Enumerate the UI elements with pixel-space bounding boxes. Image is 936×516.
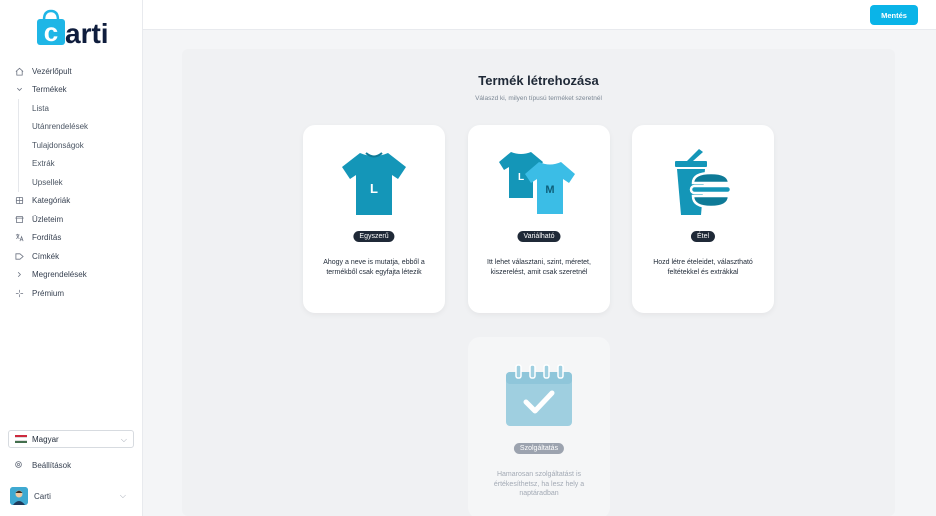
chevron-down-icon: ⌵ [119, 491, 126, 500]
product-type-card-simple[interactable]: L Egyszerű Ahogy a neve is mutatja, ebbő… [303, 125, 445, 313]
sidebar-subitem-properties[interactable]: Tulajdonságok [0, 136, 143, 155]
settings-link[interactable]: Beállítások [14, 460, 71, 471]
label-icon [14, 251, 24, 261]
svg-text:c: c [44, 17, 58, 47]
settings-label: Beállítások [32, 461, 72, 470]
sidebar-item-categories[interactable]: Kategóriák [0, 192, 143, 211]
home-icon [14, 66, 24, 76]
sidebar-item-label: Vezérlőpult [32, 66, 72, 76]
product-type-card-service: Szolgáltatás Hamarosan szolgáltatást is … [468, 337, 610, 516]
logo-text: arti [65, 18, 109, 48]
size-label: L [518, 172, 524, 183]
product-type-description: Ahogy a neve is mutatja, ebből a termékb… [323, 259, 425, 276]
language-select[interactable]: Magyar ⌵ [8, 430, 134, 448]
sidebar-nav: Vezérlőpult Termékek Lista Utánrendelése… [0, 62, 143, 303]
sidebar-item-translate[interactable]: Fordítás [0, 229, 143, 248]
store-icon [14, 214, 24, 224]
size-label: L [370, 181, 378, 196]
sidebar-item-products[interactable]: Termékek [0, 81, 143, 100]
sidebar-subitem-extras[interactable]: Extrák [0, 155, 143, 174]
tshirt-icon: L [303, 143, 445, 223]
sidebar-subitem-reorders[interactable]: Utánrendelések [0, 118, 143, 137]
product-type-badge: Egyszerű [353, 231, 395, 242]
sparkle-icon [14, 288, 24, 298]
sidebar-item-label: Prémium [32, 288, 65, 298]
sidebar-item-label: Termékek [32, 85, 67, 95]
save-button[interactable]: Mentés [870, 5, 918, 25]
user-menu[interactable]: Carti ⌵ [10, 486, 130, 506]
user-name: Carti [34, 491, 51, 501]
product-type-description: Hamarosan szolgáltatást is értékesíthets… [493, 471, 585, 497]
translate-icon [14, 233, 24, 243]
product-type-card-food[interactable]: Étel Hozd létre ételeidet, választható f… [632, 125, 774, 313]
sidebar-item-orders[interactable]: Megrendelések [0, 266, 143, 285]
product-type-card-variable[interactable]: L M Variálható Itt lehet választani, szi… [468, 125, 610, 313]
sidebar: c arti Vezérlőpult Termékek Lista Utánre… [0, 0, 143, 516]
page-subtitle: Válaszd ki, milyen típusú terméket szere… [475, 95, 602, 102]
hungarian-flag-icon [15, 435, 27, 443]
tshirts-icon: L M [468, 143, 610, 223]
page-title: Termék létrehozása [478, 73, 599, 88]
product-type-panel: Termék létrehozása Válaszd ki, milyen tí… [182, 49, 895, 516]
products-subnav: Lista Utánrendelések Tulajdonságok Extrá… [0, 99, 143, 192]
sidebar-item-label: Megrendelések [32, 270, 87, 280]
sidebar-item-label: Kategóriák [32, 196, 71, 206]
product-type-badge: Szolgáltatás [513, 443, 565, 454]
sidebar-item-labels[interactable]: Címkék [0, 247, 143, 266]
gear-icon [14, 460, 24, 471]
chevron-right-icon [14, 270, 24, 280]
calendar-check-icon [468, 355, 610, 435]
product-type-badge: Étel [690, 231, 716, 242]
sidebar-item-premium[interactable]: Prémium [0, 284, 143, 303]
topbar: Mentés [143, 0, 936, 30]
food-icon [632, 143, 774, 223]
sidebar-item-stores[interactable]: Üzleteim [0, 210, 143, 229]
product-type-badge: Variálható [517, 231, 561, 242]
sidebar-subitem-list[interactable]: Lista [0, 99, 143, 118]
size-label: M [545, 184, 554, 196]
subnav-divider [18, 99, 19, 192]
sidebar-item-label: Üzleteim [32, 214, 64, 224]
sidebar-subitem-upsells[interactable]: Upsellek [0, 173, 143, 192]
product-type-description: Itt lehet választani, szint, méretet, ki… [487, 259, 591, 276]
sidebar-item-label: Címkék [32, 251, 60, 261]
chevron-down-icon [14, 85, 24, 95]
carti-logo[interactable]: c arti [32, 6, 112, 48]
chevron-down-icon: ⌵ [120, 435, 127, 444]
sidebar-item-dashboard[interactable]: Vezérlőpult [0, 62, 143, 81]
tag-grid-icon [14, 196, 24, 206]
avatar [10, 487, 28, 505]
language-value: Magyar [32, 434, 59, 444]
sidebar-item-label: Fordítás [32, 233, 62, 243]
product-type-description: Hozd létre ételeidet, választható feltét… [653, 259, 753, 276]
